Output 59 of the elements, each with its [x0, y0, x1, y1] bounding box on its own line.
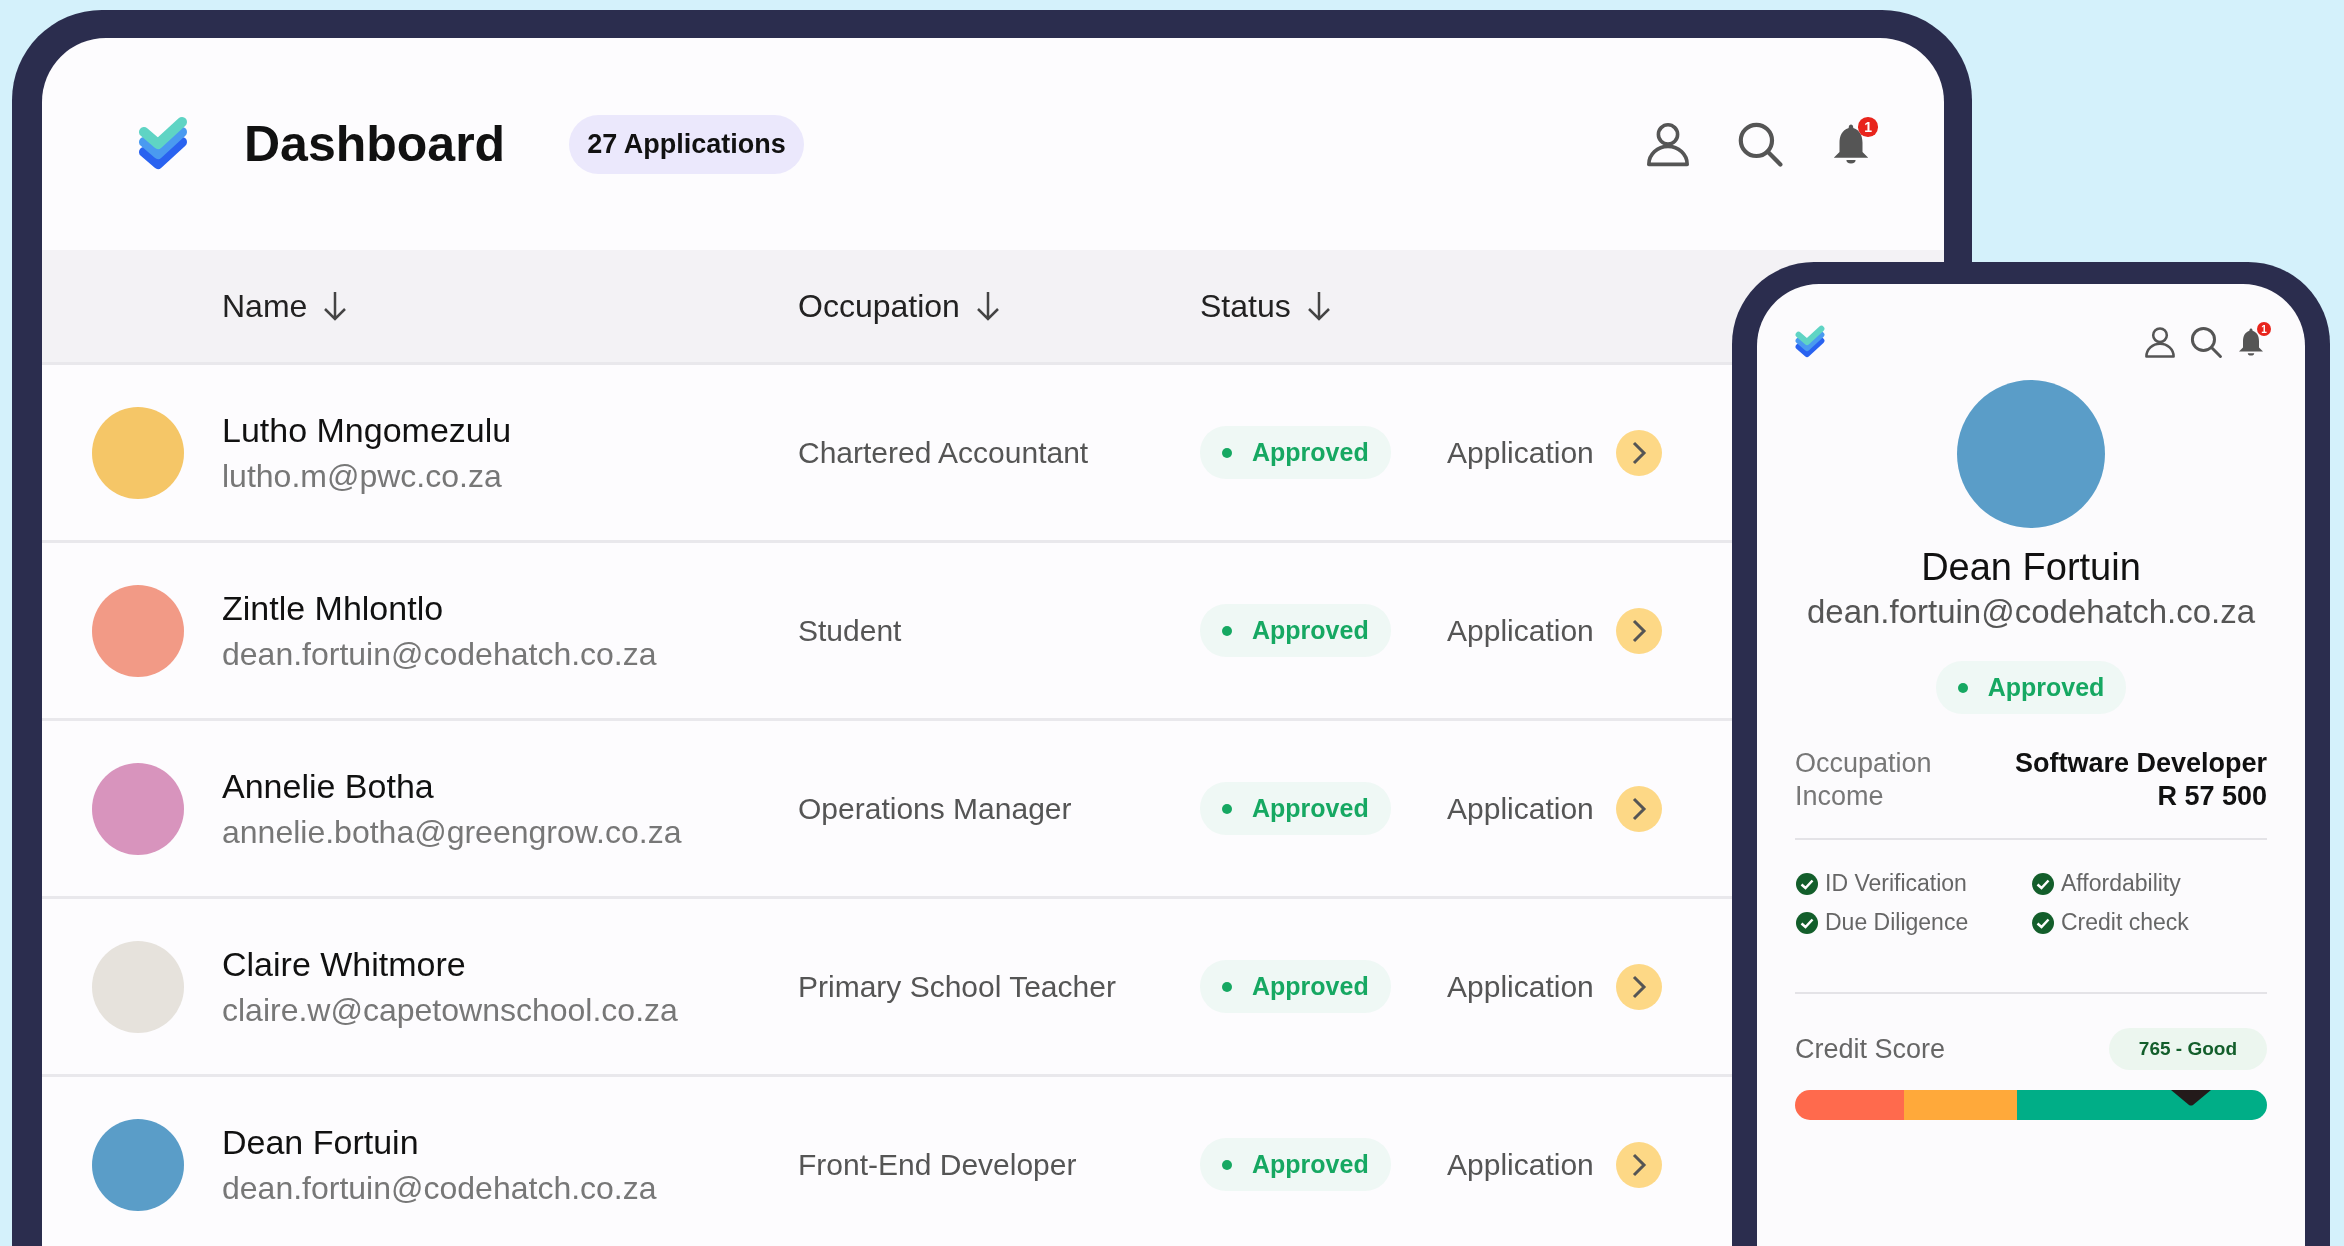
status-dot-icon: [1222, 447, 1232, 458]
applicant-name: Lutho Mngomezulu: [222, 410, 513, 450]
check-label: Credit check: [2061, 909, 2189, 936]
application-link[interactable]: Application: [1447, 791, 1594, 826]
status-text: Approved: [1252, 616, 1369, 645]
logo-icon: [1795, 324, 1825, 360]
applicant-email: lutho.m@pwc.co.za: [222, 457, 503, 495]
notification-badge: 1: [1858, 117, 1878, 137]
search-icon[interactable]: [2189, 325, 2223, 359]
applicant-name: Dean Fortuin: [1921, 546, 2141, 589]
applicant-email: dean.fortuin@codehatch.co.za: [222, 635, 658, 673]
field-value: R 57 500: [2157, 781, 2267, 812]
occupation-text: Front-End Developer: [798, 1147, 1078, 1182]
sort-arrow-icon[interactable]: [975, 290, 1000, 322]
column-header[interactable]: Name: [222, 287, 308, 325]
status-text: Approved: [1987, 673, 2105, 702]
check-label: Affordability: [2061, 870, 2181, 897]
user-icon[interactable]: [1644, 120, 1692, 168]
applicant-name: Dean Fortuin: [222, 1122, 420, 1162]
status-text: Approved: [1252, 1150, 1369, 1179]
field-value: Software Developer: [2014, 748, 2267, 779]
status-dot-icon: [1957, 682, 1968, 693]
occupation-text: Primary School Teacher: [798, 969, 1117, 1004]
credit-score-label: Credit Score: [1795, 1033, 1946, 1065]
column-header[interactable]: Status: [1200, 287, 1291, 325]
applicant-email: dean.fortuin@codehatch.co.za: [222, 1169, 658, 1207]
applicant-name: Annelie Botha: [222, 766, 435, 806]
status-text: Approved: [1252, 438, 1369, 467]
occupation-text: Operations Manager: [798, 791, 1073, 826]
status-dot-icon: [1222, 1159, 1232, 1170]
search-icon[interactable]: [1736, 120, 1784, 168]
status-dot-icon: [1222, 625, 1232, 636]
application-link[interactable]: Application: [1447, 1147, 1594, 1182]
applicant-name: Claire Whitmore: [222, 944, 467, 984]
application-link[interactable]: Application: [1447, 435, 1594, 470]
application-link[interactable]: Application: [1447, 969, 1594, 1004]
status-dot-icon: [1222, 803, 1232, 814]
applicant-email: annelie.botha@greengrow.co.za: [222, 813, 683, 851]
application-link[interactable]: Application: [1447, 613, 1594, 648]
applicant-email: dean.fortuin@codehatch.co.za: [1806, 593, 2256, 631]
occupation-text: Student: [798, 613, 903, 648]
notification-badge: 1: [2257, 322, 2271, 336]
user-icon[interactable]: [2143, 325, 2177, 359]
status-dot-icon: [1222, 981, 1232, 992]
applicant-name: Zintle Mhlontlo: [222, 588, 445, 628]
sort-arrow-icon[interactable]: [323, 290, 348, 322]
field-label: Income: [1795, 781, 1884, 812]
occupation-text: Chartered Accountant: [798, 435, 1090, 470]
page-title: Dashboard: [244, 115, 506, 173]
status-text: Approved: [1252, 972, 1369, 1001]
column-header[interactable]: Occupation: [798, 287, 960, 325]
field-label: Occupation: [1795, 748, 1932, 779]
credit-score-badge: 765 - Good: [2108, 1028, 2267, 1070]
sort-arrow-icon[interactable]: [1306, 290, 1331, 322]
applicant-email: claire.w@capetownschool.co.za: [222, 991, 679, 1029]
applications-count-badge: 27 Applications: [569, 114, 804, 174]
check-label: ID Verification: [1825, 870, 1967, 897]
check-label: Due Diligence: [1825, 909, 1969, 936]
status-text: Approved: [1252, 794, 1369, 823]
